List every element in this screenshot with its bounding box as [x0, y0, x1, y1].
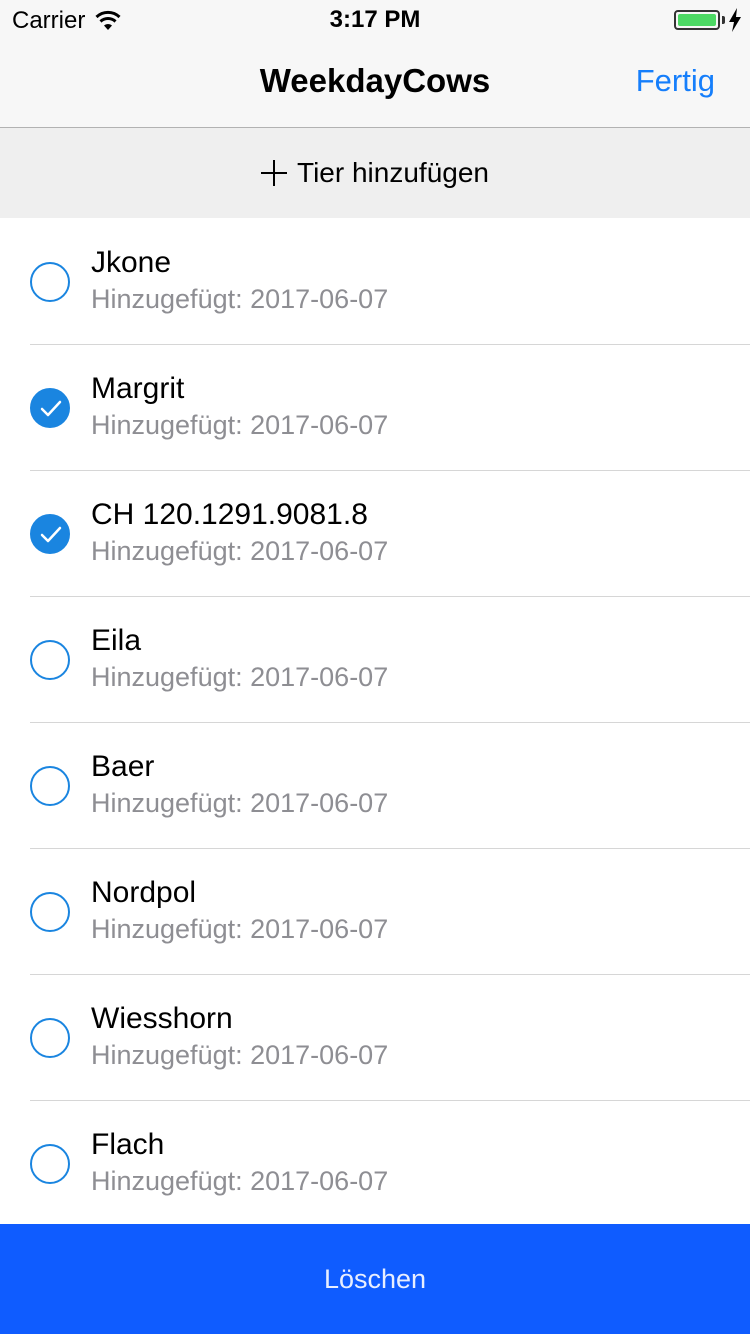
checkbox-unchecked-icon[interactable] [30, 640, 70, 680]
delete-button[interactable]: Löschen [0, 1224, 750, 1334]
navigation-bar: WeekdayCows Fertig [0, 40, 750, 128]
done-button[interactable]: Fertig [636, 63, 715, 99]
checkbox-unchecked-icon[interactable] [30, 262, 70, 302]
animal-name: CH 120.1291.9081.8 [91, 498, 368, 531]
plus-icon [261, 160, 288, 186]
checkbox-checked-icon[interactable] [30, 388, 70, 428]
delete-button-label: Löschen [323, 1263, 427, 1294]
animal-added-date: Hinzugefügt: 2017-06-07 [91, 410, 389, 440]
list-item[interactable]: Flach Hinzugefügt: 2017-06-07 [0, 1100, 750, 1226]
checkbox-unchecked-icon[interactable] [30, 892, 70, 932]
checkbox-unchecked-icon[interactable] [30, 766, 70, 806]
list-item[interactable]: Baer Hinzugefügt: 2017-06-07 [0, 722, 750, 848]
animal-name: Margrit [91, 372, 185, 405]
animal-name: Nordpol [91, 876, 197, 909]
animal-added-date: Hinzugefügt: 2017-06-07 [91, 536, 389, 566]
animal-name: Eila [91, 624, 142, 657]
list-item[interactable]: Wiesshorn Hinzugefügt: 2017-06-07 [0, 974, 750, 1100]
animal-added-date: Hinzugefügt: 2017-06-07 [91, 662, 389, 692]
battery-icon [674, 10, 720, 30]
animal-added-date: Hinzugefügt: 2017-06-07 [91, 284, 389, 314]
animal-added-date: Hinzugefügt: 2017-06-07 [91, 788, 389, 818]
animal-added-date: Hinzugefügt: 2017-06-07 [91, 1166, 389, 1196]
battery-cap [722, 16, 725, 24]
checkbox-checked-icon[interactable] [30, 514, 70, 554]
animal-added-date: Hinzugefügt: 2017-06-07 [91, 914, 389, 944]
list-item[interactable]: Nordpol Hinzugefügt: 2017-06-07 [0, 848, 750, 974]
animal-name: Jkone [91, 246, 172, 279]
list-item[interactable]: Jkone Hinzugefügt: 2017-06-07 [0, 218, 750, 344]
list-item[interactable]: Margrit Hinzugefügt: 2017-06-07 [0, 344, 750, 470]
list-item[interactable]: Eila Hinzugefügt: 2017-06-07 [0, 596, 750, 722]
checkbox-unchecked-icon[interactable] [30, 1018, 70, 1058]
animal-added-date: Hinzugefügt: 2017-06-07 [91, 1040, 389, 1070]
animal-name: Wiesshorn [91, 1002, 233, 1035]
status-bar: Carrier 3:17 PM [0, 0, 750, 40]
battery-level [678, 14, 716, 26]
charging-icon [729, 8, 741, 32]
add-animal-button[interactable]: Tier hinzufügen [0, 128, 750, 218]
animal-name: Baer [91, 750, 155, 783]
animal-name: Flach [91, 1128, 165, 1161]
list-item[interactable]: CH 120.1291.9081.8 Hinzugefügt: 2017-06-0… [0, 470, 750, 596]
checkbox-unchecked-icon[interactable] [30, 1144, 70, 1184]
add-animal-label: Tier hinzufügen [297, 157, 489, 188]
status-time: 3:17 PM [329, 6, 421, 33]
animal-list: Jkone Hinzugefügt: 2017-06-07 Margrit Hinzu… [0, 218, 750, 1226]
